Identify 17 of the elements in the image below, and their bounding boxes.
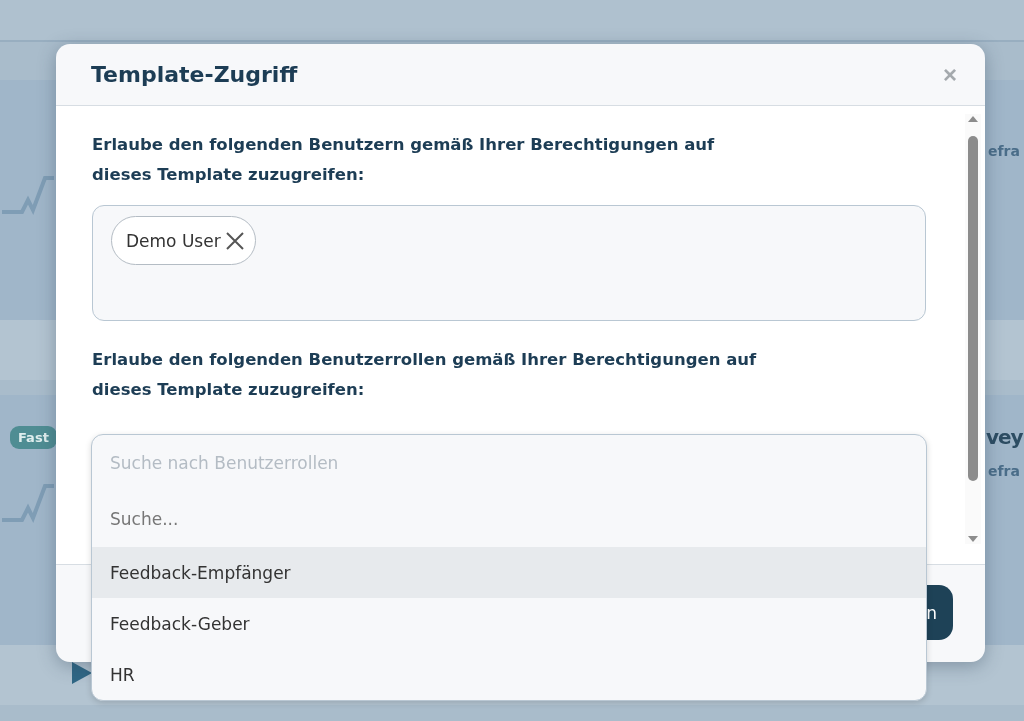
card-title: vey: [986, 425, 1023, 449]
roles-field[interactable]: Suche nach Benutzerrollen: [92, 435, 926, 491]
users-label: Erlaube den folgenden Benutzern gemäß Ihrer Berechtigungen auf dieses Template zuzugreifen:: [92, 134, 716, 186]
scrollbar[interactable]: [965, 114, 981, 544]
close-icon[interactable]: [224, 230, 245, 251]
role-option[interactable]: HR: [92, 649, 926, 700]
users-field[interactable]: Demo User: [92, 205, 926, 321]
dialog-title: Template-Zugriff: [91, 62, 298, 87]
scroll-up-icon[interactable]: [966, 114, 980, 124]
card-subtitle: efra: [988, 463, 1020, 479]
scroll-down-icon[interactable]: [966, 534, 980, 544]
speed-badge: Fast: [10, 426, 57, 449]
user-chip[interactable]: Demo User: [111, 216, 256, 265]
search-field[interactable]: Suche...: [92, 491, 926, 547]
role-option[interactable]: Feedback-Empfänger: [92, 547, 926, 598]
roles-label: Erlaube den folgenden Benutzerrollen gemäß Ihrer Berechtigungen auf dieses Template zuzugreifen:: [92, 349, 758, 401]
card-subtitle: efra: [988, 143, 1020, 159]
